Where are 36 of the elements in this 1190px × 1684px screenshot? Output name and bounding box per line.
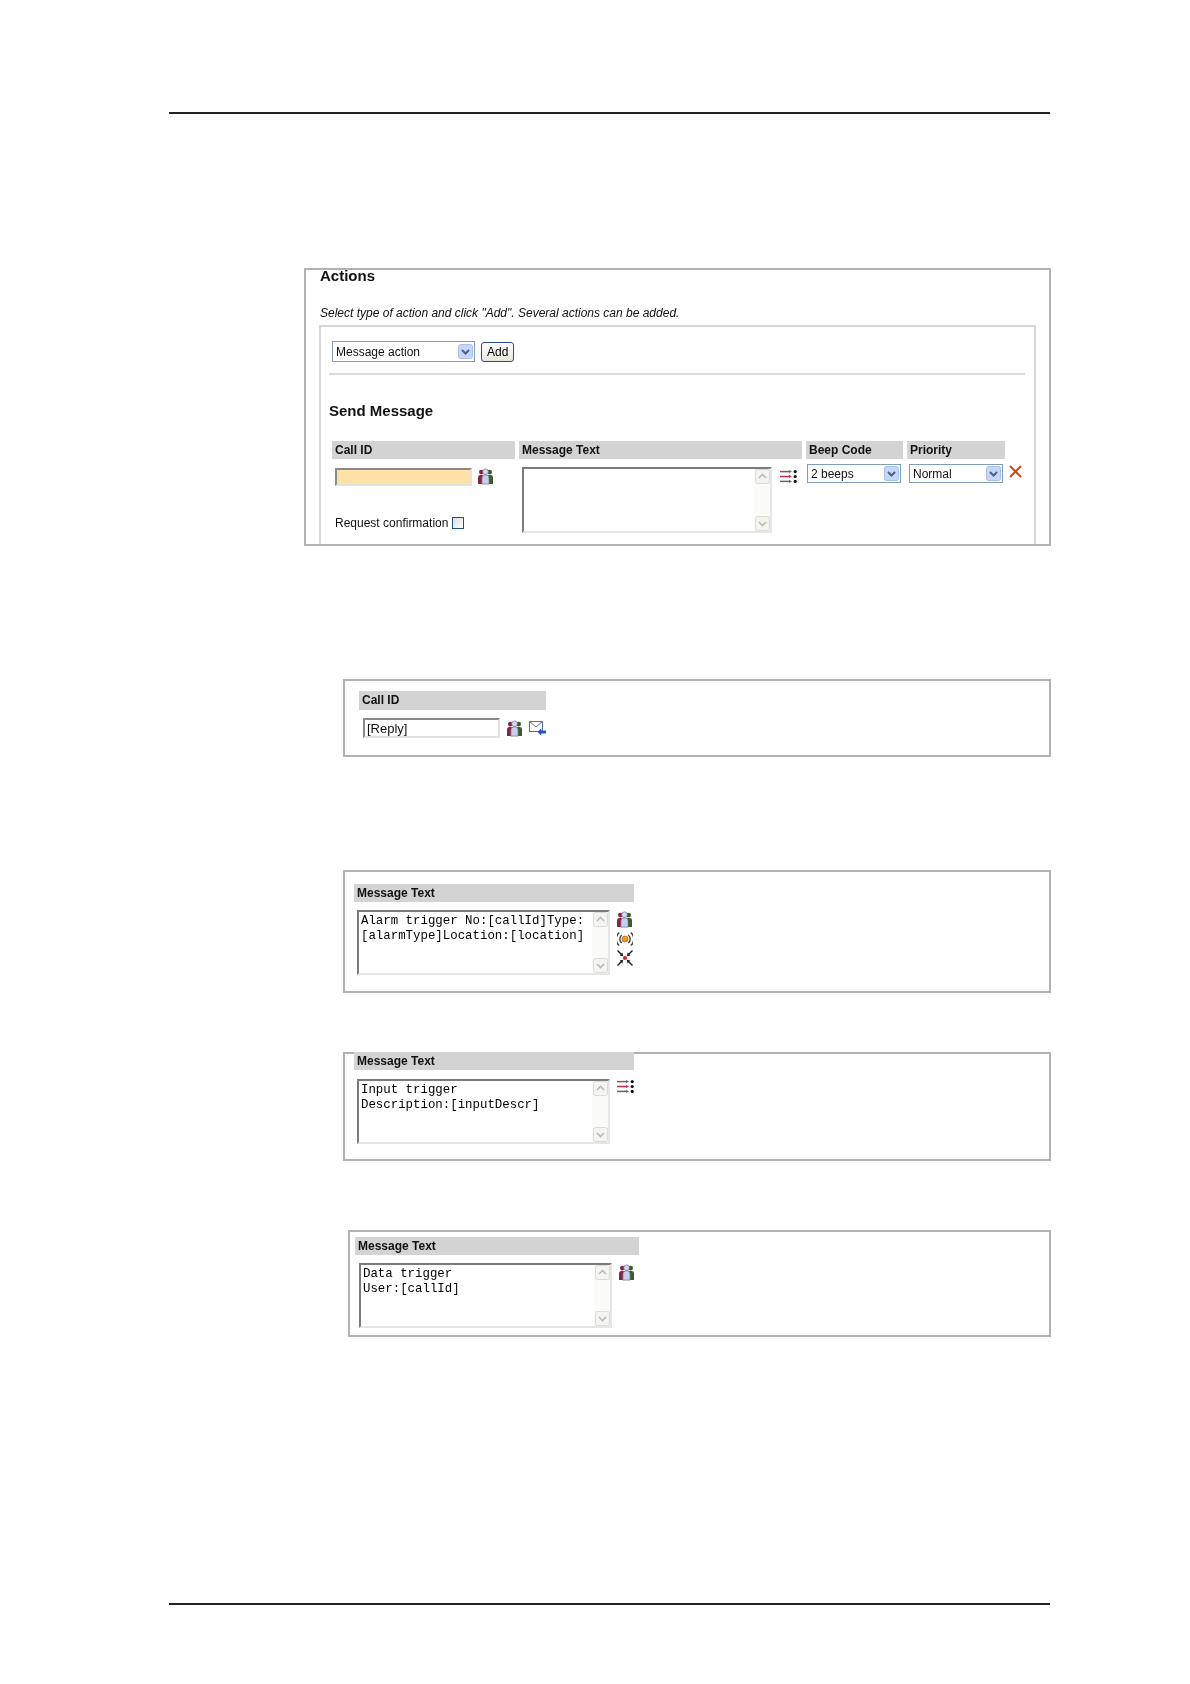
chevron-down-icon[interactable] [884,466,899,481]
action-type-dropdown[interactable]: Message action [332,341,475,362]
section-title: Send Message [329,402,434,420]
column-header: Message Text [519,441,802,459]
users-icon[interactable] [619,1264,634,1281]
panel-title: Actions [319,267,375,285]
message-text-field[interactable]: Input trigger Description:[inputDescr] [357,1079,610,1144]
broadcast-icon[interactable] [617,931,633,947]
envelope-arrow-icon[interactable] [529,720,546,736]
column-header: Call ID [359,691,546,710]
column-header: Beep Code [806,441,903,459]
column-header: Message Text [354,1052,634,1070]
column-header: Message Text [354,884,634,902]
add-button[interactable]: Add [481,341,515,362]
users-icon[interactable] [478,468,493,485]
request-confirmation-label: Request confirmation [335,516,449,530]
arrow-list-icon[interactable] [617,1080,634,1093]
column-header: Message Text [355,1237,639,1255]
column-header: Priority [907,441,1005,459]
call-id-field[interactable] [335,468,472,486]
message-text-field[interactable] [522,467,772,533]
users-icon[interactable] [507,719,522,737]
converging-arrows-icon[interactable] [617,950,633,966]
arrow-list-icon[interactable] [780,470,797,483]
chevron-down-icon[interactable] [986,466,1001,481]
priority-dropdown[interactable]: Normal [909,464,1003,483]
users-icon[interactable] [617,911,632,928]
instruction-text: Select type of action and click "Add". Several actions can be added. [319,306,680,320]
message-text-field[interactable]: Alarm trigger No:[callId]Type: [alarmType]Location:[location] [357,910,610,975]
column-header: Call ID [332,441,515,459]
message-text-field[interactable]: Data trigger User:[callId] [359,1263,612,1328]
checkbox[interactable] [452,517,465,529]
chevron-down-icon[interactable] [458,344,473,359]
call-id-field[interactable]: [Reply] [363,718,500,738]
close-icon[interactable] [1009,465,1022,478]
beep-code-dropdown[interactable]: 2 beeps [807,464,901,483]
